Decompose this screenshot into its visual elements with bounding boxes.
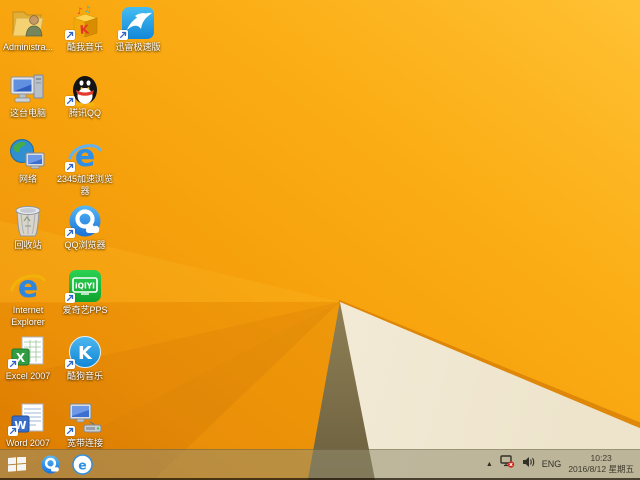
desktop-icon-label: 腾讯QQ [68,108,101,118]
taskbar-clock[interactable]: 10:23 2016/8/12 星期五 [568,453,634,474]
shortcut-arrow-icon [118,30,128,40]
desktop-icon-broadband[interactable]: 宽带连接 [56,401,114,450]
internet-explorer-icon: e [8,268,48,304]
desktop-icon-this-pc[interactable]: 这台电脑 [0,71,57,120]
desktop-icon-2345-browser[interactable]: e 2345加速浏览器 [56,137,114,197]
start-button[interactable] [0,450,34,478]
2345-browser-icon: e [65,137,105,173]
desktop-icon-label: 网络 [18,174,37,184]
qq-browser-icon [40,454,60,474]
shortcut-arrow-icon [8,359,18,369]
shortcut-arrow-icon [65,30,75,40]
desktop-surface[interactable]: Administra... 这台电脑 网络 回收站 e Internet Exp… [0,0,640,480]
svg-text:K: K [79,22,90,37]
desktop-icon-label: 这台电脑 [9,108,46,118]
word-2007-icon: W [8,401,48,437]
desktop-icon-qq-browser[interactable]: QQ浏览器 [56,203,114,252]
desktop-icon-excel-2007[interactable]: X Excel 2007 [0,334,57,383]
show-hidden-icons-button[interactable]: ▲ [486,461,493,468]
broadband-connection-icon [65,401,105,437]
shortcut-arrow-icon [8,426,18,436]
kugou-music-icon: K [65,334,105,370]
iqiyi-pps-icon: iQIYI [65,268,105,304]
desktop-icon-label: 回收站 [14,240,42,250]
svg-text:♫: ♫ [84,5,91,14]
shortcut-arrow-icon [65,96,75,106]
svg-text:iQIYI: iQIYI [75,282,95,291]
svg-text:e: e [75,139,95,173]
desktop-icon-label: QQ浏览器 [64,240,106,250]
browser-e-icon: e [71,453,93,475]
desktop-icon-label: 迅雷极速版 [115,42,161,52]
shortcut-arrow-icon [65,162,75,172]
desktop-icon-administrator-folder[interactable]: Administra... [0,5,57,54]
thunder-xunlei-icon [118,5,158,41]
desktop-icon-label: 宽带连接 [66,438,103,448]
desktop-icon-label: Word 2007 [6,438,50,448]
tencent-qq-icon [65,71,105,107]
taskbar-browser-e-button[interactable]: e [66,450,98,478]
recycle-bin-icon [8,203,48,239]
shortcut-arrow-icon [65,228,75,238]
clock-time: 10:23 [590,453,612,464]
excel-2007-icon: X [8,334,48,370]
svg-text:K: K [78,343,93,364]
shortcut-arrow-icon [65,293,75,303]
desktop-icon-tencent-qq[interactable]: 腾讯QQ [56,71,114,120]
language-indicator[interactable]: ENG [542,459,562,469]
desktop-icon-label: 2345加速浏览器 [56,174,114,196]
desktop-icon-label: Internet Explorer [11,305,45,327]
volume-icon[interactable] [522,455,535,473]
clock-date: 2016/8/12 星期五 [568,464,634,474]
qq-browser-icon [65,203,105,239]
desktop-icon-recycle-bin[interactable]: 回收站 [0,203,57,252]
svg-text:e: e [78,457,86,472]
desktop-icon-kuwo-music[interactable]: ♪ ♫ K 酷我音乐 [56,5,114,54]
network-icon [8,137,48,173]
desktop-icon-label: 酷狗音乐 [66,371,103,381]
desktop-icon-kugou-music[interactable]: K 酷狗音乐 [56,334,114,383]
desktop-icon-word-2007[interactable]: W Word 2007 [0,401,57,450]
desktop-icon-network[interactable]: 网络 [0,137,57,186]
windows-logo-icon [8,456,26,472]
system-tray: ▲ ENG 10:23 2016/8/12 星期五 [486,453,640,474]
network-disconnected-icon[interactable] [500,455,515,473]
shortcut-arrow-icon [65,359,75,369]
desktop-icon-iqiyi-pps[interactable]: iQIYI 爱奇艺PPS [56,268,114,317]
taskbar: e ▲ ENG 10:23 2016/8/12 星期五 [0,449,640,478]
desktop-icon-label: 爱奇艺PPS [62,305,108,315]
desktop-icon-label: 酷我音乐 [66,42,103,52]
desktop-icon-internet-explorer[interactable]: e Internet Explorer [0,268,57,328]
this-pc-icon [8,71,48,107]
desktop-icon-label: Administra... [2,42,53,52]
kuwo-music-icon: ♪ ♫ K [65,5,105,41]
desktop-icon-label: Excel 2007 [5,371,51,381]
desktop-icon-thunder[interactable]: 迅雷极速版 [109,5,167,54]
taskbar-qq-browser-button[interactable] [34,450,66,478]
user-folder-icon [8,5,48,41]
shortcut-arrow-icon [65,426,75,436]
